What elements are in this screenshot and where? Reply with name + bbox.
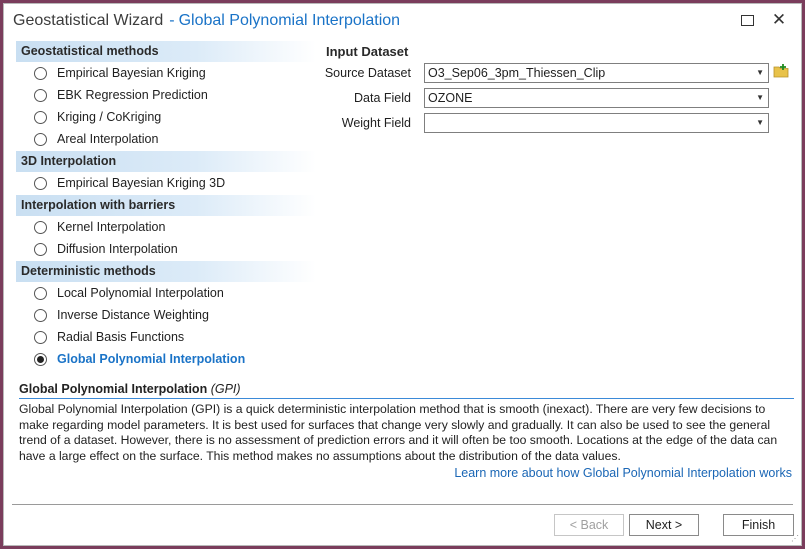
method-option[interactable]: Kriging / CoKriging	[16, 106, 316, 128]
title-separator: -	[169, 12, 175, 29]
close-button[interactable]: ✕	[765, 9, 793, 31]
window-subtitle: Global Polynomial Interpolation	[178, 12, 401, 29]
method-option-label: Global Polynomial Interpolation	[57, 352, 246, 366]
method-option[interactable]: Radial Basis Functions	[16, 326, 316, 348]
maximize-button[interactable]	[733, 9, 761, 31]
data-field-value: OZONE	[428, 91, 473, 105]
description-text: Global Polynomial Interpolation (GPI) is…	[19, 402, 778, 463]
window-title-text: Geostatistical Wizard	[13, 12, 164, 29]
radio-button-icon[interactable]	[34, 89, 47, 102]
maximize-icon	[740, 14, 754, 26]
description-title-text: Global Polynomial Interpolation	[19, 382, 208, 396]
learn-more-link[interactable]: Learn more about how Global Polynomial I…	[454, 466, 792, 480]
radio-button-icon[interactable]	[34, 67, 47, 80]
method-option[interactable]: Kernel Interpolation	[16, 216, 316, 238]
data-field-row: Data Field OZONE ▼	[326, 87, 786, 111]
source-dataset-label: Source Dataset	[324, 66, 411, 80]
chevron-down-icon: ▼	[756, 93, 764, 102]
method-list: Geostatistical methods Empirical Bayesian…	[16, 40, 316, 370]
group-header: 3D Interpolation	[16, 151, 316, 172]
radio-button-icon[interactable]	[34, 221, 47, 234]
description-abbr: (GPI)	[210, 382, 241, 396]
input-dataset-section: Input Dataset Source Dataset O3_Sep06_3p…	[324, 44, 789, 136]
wizard-window: Geostatistical Wizard - Global Polynomial …	[3, 3, 802, 546]
finish-button[interactable]: Finish	[723, 514, 794, 536]
radio-button-icon[interactable]	[34, 309, 47, 322]
method-option-label: Empirical Bayesian Kriging	[57, 66, 206, 80]
method-option-label: Radial Basis Functions	[57, 330, 185, 344]
method-option[interactable]: Local Polynomial Interpolation	[16, 282, 316, 304]
radio-button-icon[interactable]	[34, 287, 47, 300]
method-option[interactable]: Areal Interpolation	[16, 128, 316, 150]
chevron-down-icon: ▼	[756, 118, 764, 127]
close-icon: ✕	[771, 10, 787, 29]
group-header: Deterministic methods	[16, 261, 316, 282]
next-button[interactable]: Next >	[629, 514, 699, 536]
radio-button-icon[interactable]	[34, 177, 47, 190]
data-field-dropdown[interactable]: OZONE ▼	[424, 88, 769, 108]
weight-field-dropdown[interactable]: ▼	[424, 113, 769, 133]
add-data-folder-icon[interactable]	[773, 63, 789, 79]
source-dataset-row: Source Dataset O3_Sep06_3pm_Thiessen_Cli…	[324, 62, 789, 86]
method-option[interactable]: Empirical Bayesian Kriging 3D	[16, 172, 316, 194]
radio-button-icon[interactable]	[34, 353, 47, 366]
method-option-label: Kernel Interpolation	[57, 220, 166, 234]
data-field-label: Data Field	[354, 91, 411, 105]
method-option-label: EBK Regression Prediction	[57, 88, 208, 102]
radio-button-icon[interactable]	[34, 133, 47, 146]
group-header: Geostatistical methods	[16, 41, 316, 62]
resize-grip-icon[interactable]: ⋰	[791, 535, 799, 543]
title-bar: Geostatistical Wizard - Global Polynomial …	[4, 4, 801, 38]
method-option-label: Areal Interpolation	[57, 132, 159, 146]
method-option[interactable]: Inverse Distance Weighting	[16, 304, 316, 326]
window-title: Geostatistical Wizard - Global Polynomial …	[13, 12, 400, 30]
method-option[interactable]: EBK Regression Prediction	[16, 84, 316, 106]
input-dataset-title: Input Dataset	[326, 44, 409, 59]
weight-field-label: Weight Field	[341, 116, 411, 130]
radio-button-icon[interactable]	[34, 331, 47, 344]
group-header: Interpolation with barriers	[16, 195, 316, 216]
back-button[interactable]: < Back	[554, 514, 624, 536]
chevron-down-icon: ▼	[756, 68, 764, 77]
footer-divider	[12, 504, 793, 505]
method-option[interactable]: Diffusion Interpolation	[16, 238, 316, 260]
method-option-label: Empirical Bayesian Kriging 3D	[57, 176, 226, 190]
weight-field-row: Weight Field ▼	[326, 112, 786, 136]
source-dataset-value: O3_Sep06_3pm_Thiessen_Clip	[428, 66, 606, 80]
radio-button-icon[interactable]	[34, 243, 47, 256]
radio-button-icon[interactable]	[34, 111, 47, 124]
method-option[interactable]: Empirical Bayesian Kriging	[16, 62, 316, 84]
method-option-label: Inverse Distance Weighting	[57, 308, 209, 322]
method-option-label: Diffusion Interpolation	[57, 242, 178, 256]
method-option[interactable]: Global Polynomial Interpolation	[16, 348, 316, 370]
method-option-label: Kriging / CoKriging	[57, 110, 162, 124]
source-dataset-dropdown[interactable]: O3_Sep06_3pm_Thiessen_Clip ▼	[424, 63, 769, 83]
method-option-label: Local Polynomial Interpolation	[57, 286, 224, 300]
method-description: Global Polynomial Interpolation (GPI) Gl…	[19, 382, 794, 464]
description-title: Global Polynomial Interpolation (GPI)	[19, 382, 794, 399]
